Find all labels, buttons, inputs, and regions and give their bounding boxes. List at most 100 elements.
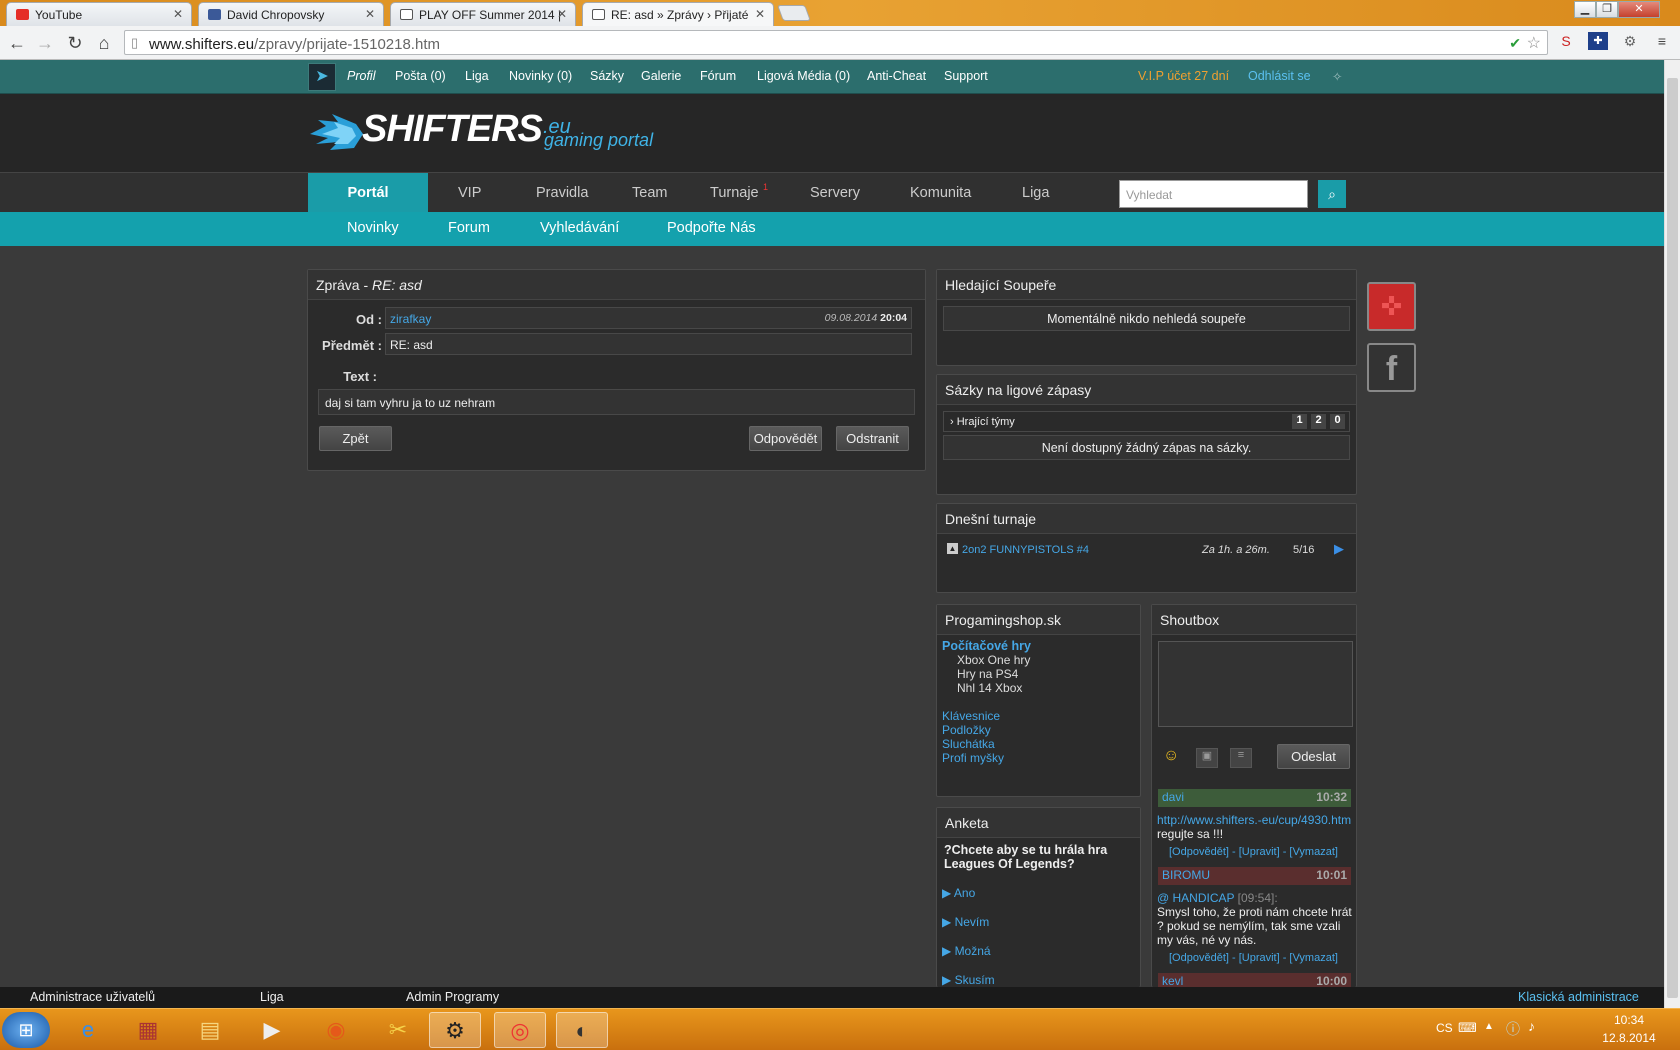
poll-option-label[interactable]: Možná — [955, 944, 991, 958]
close-tab-icon[interactable]: ✕ — [755, 7, 765, 21]
topbar-anti-cheat[interactable]: Anti-Cheat — [867, 69, 926, 83]
shout-user[interactable]: davi — [1162, 790, 1184, 804]
close-window-button[interactable]: ✕ — [1618, 1, 1660, 18]
nav-vip[interactable]: VIP — [458, 185, 481, 201]
admin-programs-link[interactable]: Admin Programy — [406, 990, 499, 1004]
tab-youtube[interactable]: YouTube ✕ — [6, 2, 192, 26]
firefox-icon[interactable]: ◉ — [310, 1012, 362, 1048]
reload-icon[interactable]: ↻ — [65, 33, 85, 53]
topbar-profil[interactable]: Profil — [347, 69, 375, 83]
image-icon[interactable]: ▣ — [1196, 748, 1218, 768]
topbar-galerie[interactable]: Galerie — [641, 69, 681, 83]
topbar-posta[interactable]: Pošta (0) — [395, 69, 446, 83]
shout-link[interactable]: http://www.shifters.-eu/cup/4930.htm — [1157, 813, 1351, 827]
media-player-icon[interactable]: ▶ — [246, 1012, 298, 1048]
nav-pravidla[interactable]: Pravidla — [536, 185, 588, 201]
shout-mention[interactable]: @ HANDICAP — [1157, 891, 1234, 905]
back-arrow-icon[interactable]: ← — [7, 33, 27, 53]
nav-servery[interactable]: Servery — [810, 185, 860, 201]
clock-date[interactable]: 12.8.2014 — [1598, 1031, 1660, 1045]
poll-option[interactable]: ▶ Ano — [942, 886, 975, 900]
subnav-vyhledavani[interactable]: Vyhledávání — [540, 220, 619, 236]
info-icon[interactable]: ⓘ — [1506, 1019, 1520, 1039]
admin-liga-link[interactable]: Liga — [260, 990, 284, 1004]
subnav-forum[interactable]: Forum — [448, 220, 490, 236]
nav-portal-active[interactable]: Portál — [308, 173, 428, 213]
topbar-forum[interactable]: Fórum — [700, 69, 736, 83]
close-tab-icon[interactable]: ✕ — [365, 7, 375, 21]
shop-subitem[interactable]: Nhl 14 Xbox — [957, 681, 1022, 695]
admin-users-link[interactable]: Administrace uživatelů — [30, 990, 155, 1004]
url-text[interactable]: www.shifters.eu/zpravy/prijate-1510218.h… — [149, 36, 440, 53]
nav-liga[interactable]: Liga — [1022, 185, 1049, 201]
volume-icon[interactable]: ♪ — [1528, 1018, 1535, 1034]
topbar-sazky[interactable]: Sázky — [590, 69, 624, 83]
poll-option[interactable]: ▶ Možná — [942, 944, 991, 958]
uk-flag-icon[interactable]: ✚ — [1588, 32, 1608, 50]
subnav-podporte-nas[interactable]: Podpořte Nás — [667, 220, 756, 236]
topbar-liga[interactable]: Liga — [465, 69, 489, 83]
file-explorer-icon[interactable]: ▤ — [184, 1012, 236, 1048]
shop-link-podlozky[interactable]: Podložky — [942, 723, 991, 737]
teamspeak-icon[interactable]: ◐ — [556, 1012, 608, 1048]
topbar-ligova-media[interactable]: Ligová Média (0) — [757, 69, 850, 83]
vip-account-status[interactable]: V.I.P účet 27 dní — [1138, 69, 1229, 83]
site-logo-icon[interactable]: ➤ — [308, 63, 336, 91]
tab-playoff[interactable]: PLAY OFF Summer 2014 | ✕ — [390, 2, 576, 26]
subnav-novinky[interactable]: Novinky — [347, 220, 399, 236]
close-tab-icon[interactable]: ✕ — [173, 7, 183, 21]
tab-active-message[interactable]: RE: asd » Zprávy › Přijaté ✕ — [582, 2, 774, 26]
tools-icon[interactable]: ✂ — [372, 1012, 424, 1048]
forward-arrow-icon[interactable]: → — [35, 33, 55, 53]
home-icon[interactable]: ⌂ — [94, 33, 114, 53]
restore-button[interactable]: ❐ — [1596, 1, 1618, 18]
language-indicator[interactable]: CS — [1436, 1021, 1453, 1035]
media-center-icon[interactable]: ▦ — [122, 1012, 174, 1048]
list-icon[interactable]: ≡ — [1230, 748, 1252, 768]
shop-link-klavesnice[interactable]: Klávesnice — [942, 709, 1000, 723]
back-button[interactable]: Zpět — [319, 426, 392, 451]
poll-option[interactable]: ▶ Nevím — [942, 915, 989, 929]
check-icon[interactable]: ✔ — [1509, 35, 1521, 52]
reply-button[interactable]: Odpovědět — [749, 426, 822, 451]
scrollbar-thumb[interactable] — [1667, 78, 1678, 998]
play-arrow-icon[interactable]: ▶ — [1334, 541, 1344, 557]
topbar-novinky[interactable]: Novinky (0) — [509, 69, 572, 83]
shop-link-sluchatka[interactable]: Sluchátka — [942, 737, 995, 751]
pin-icon[interactable]: ✧ — [1332, 69, 1342, 84]
nav-komunita[interactable]: Komunita — [910, 185, 971, 201]
search-input[interactable]: Vyhledat — [1119, 180, 1308, 208]
poll-option[interactable]: ▶ Skusím — [942, 973, 995, 987]
start-button[interactable]: ⊞ — [2, 1012, 50, 1048]
close-tab-icon[interactable]: ✕ — [557, 7, 567, 21]
facebook-icon[interactable]: f — [1367, 343, 1416, 392]
send-button[interactable]: Odeslat — [1277, 744, 1350, 769]
tournament-link[interactable]: 2on2 FUNNYPISTOLS #4 — [962, 544, 1089, 556]
shout-actions[interactable]: [Odpovědět] - [Upravit] - [Vymazat] — [1169, 952, 1338, 964]
nav-turnaje[interactable]: Turnaje — [710, 185, 759, 201]
delete-button[interactable]: Odstranit — [836, 426, 909, 451]
star-icon[interactable]: ☆ — [1527, 33, 1541, 53]
gamepad-icon[interactable]: ✜ — [1367, 282, 1416, 331]
tab-facebook[interactable]: David Chropovsky ✕ — [198, 2, 384, 26]
new-tab-button[interactable] — [777, 5, 811, 21]
shoutbox-textarea[interactable] — [1158, 641, 1353, 727]
minimize-button[interactable]: ▁ — [1574, 1, 1596, 18]
vertical-scrollbar[interactable] — [1664, 60, 1680, 1008]
extension-icon[interactable]: ⚙ — [1620, 32, 1640, 50]
shop-category-link[interactable]: Počítačové hry — [942, 639, 1031, 653]
menu-icon[interactable]: ≡ — [1652, 32, 1672, 50]
address-bar[interactable]: ▯ www.shifters.eu/zpravy/prijate-1510218… — [124, 30, 1548, 55]
logo-text[interactable]: SHIFTERS — [362, 108, 543, 151]
shout-user[interactable]: kevl — [1162, 974, 1183, 987]
shout-actions[interactable]: [Odpovědět] - [Upravit] - [Vymazat] — [1169, 846, 1338, 858]
tray-expand-icon[interactable]: ▲ — [1484, 1021, 1494, 1032]
clock-time[interactable]: 10:34 — [1598, 1013, 1660, 1027]
internet-explorer-icon[interactable]: e — [62, 1012, 114, 1048]
logout-link[interactable]: Odhlásit se — [1248, 69, 1311, 83]
shout-user[interactable]: BIROMU — [1162, 868, 1210, 882]
search-icon[interactable]: ⌕ — [1318, 180, 1346, 208]
shop-link-profi-mysky[interactable]: Profi myšky — [942, 751, 1004, 765]
sender-link[interactable]: zirafkay — [390, 312, 431, 326]
topbar-support[interactable]: Support — [944, 69, 988, 83]
